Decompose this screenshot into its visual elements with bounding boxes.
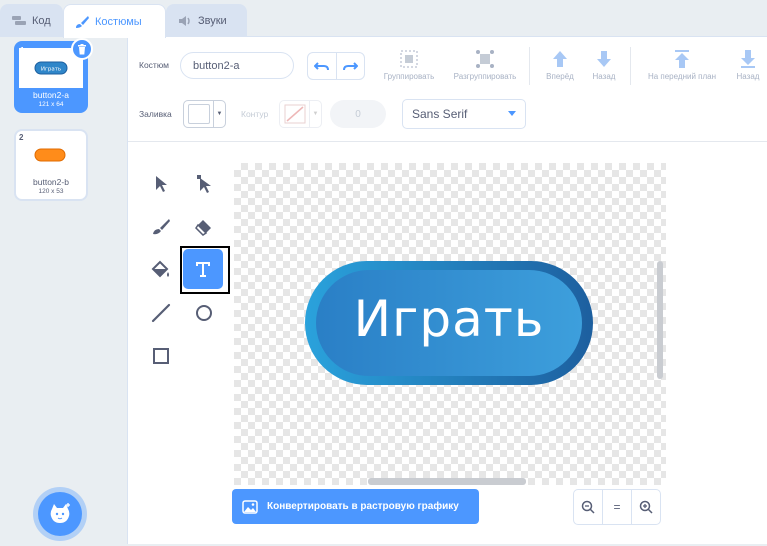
tool-rectangle[interactable] [139,336,183,376]
speaker-icon [179,16,190,26]
tool-brush[interactable] [139,207,183,247]
tool-reshape[interactable] [182,164,226,204]
chevron-down-icon: ▼ [216,111,223,117]
paint-bucket-icon [151,260,169,278]
zoom-in-button[interactable] [631,490,660,524]
vertical-scrollbar[interactable] [657,261,663,379]
image-icon [242,499,258,514]
tab-code-label: Код [32,15,51,27]
redo-icon [343,62,359,71]
active-tool-highlight [180,246,230,294]
outline-color-picker[interactable]: ▼ [279,100,322,128]
costume-name: button2-b [33,177,69,187]
outline-label: Контур [241,109,269,119]
group-label: Группировать [383,72,435,81]
sprite-play-button[interactable]: Играть [304,260,594,386]
paintbrush-icon [76,15,89,28]
forward-button[interactable]: Вперёд [538,49,582,81]
rectangle-icon [153,348,169,364]
costume-item-2[interactable]: 2 button2-b 120 x 53 [14,129,88,201]
tool-fill[interactable] [139,250,183,290]
forward-icon [553,51,567,67]
eraser-icon [195,220,211,236]
redo-button[interactable] [337,53,365,79]
costume-name-label: Костюм [139,60,169,70]
tab-sounds[interactable]: Звуки [166,4,247,37]
sprite-text: Играть [353,290,545,348]
undo-button[interactable] [308,53,337,79]
tool-circle[interactable] [182,293,226,333]
paint-editor-screen: Код Костюмы Звуки 1 Играть button2-a 121… [0,0,767,546]
costume-size: 121 x 64 [38,101,64,108]
forward-label: Вперёд [546,72,574,81]
backward-label: Назад [592,72,616,81]
tool-select[interactable] [139,164,183,204]
paint-editor: Костюм button2-a Группировать Разгруппир… [127,36,767,544]
costume-list: 1 Играть button2-a 121 x 64 2 button2-b … [0,36,110,546]
bring-front-icon [675,50,689,68]
zoom-in-icon [639,500,653,514]
no-outline-swatch [280,101,310,127]
horizontal-scrollbar[interactable] [368,478,526,485]
trash-icon [78,43,86,54]
drawing-canvas[interactable]: Играть [234,163,666,485]
fill-color-swatch [184,101,214,127]
caret-down-icon [508,111,516,116]
chevron-down-icon: ▼ [312,111,319,117]
cat-plus-icon [50,503,70,523]
costume-item-1[interactable]: 1 Играть button2-a 121 x 64 [14,38,93,113]
tab-code[interactable]: Код [0,4,63,37]
arrow-pointer-icon [156,176,167,192]
costume-thumbnail [18,135,82,175]
toolbar-divider [630,47,631,85]
delete-costume-button[interactable] [71,38,93,60]
toolbar-divider-horizontal [128,141,767,142]
tab-costumes[interactable]: Костюмы [63,4,166,38]
tool-eraser[interactable] [182,207,226,247]
zoom-controls: = [573,489,661,525]
circle-icon [196,305,212,321]
tab-sounds-label: Звуки [198,15,227,27]
group-icon [400,50,418,68]
reshape-icon [197,175,211,193]
costume-name-input[interactable]: button2-a [180,52,294,79]
fill-label: Заливка [139,109,172,119]
convert-to-bitmap-button[interactable]: Конвертировать в растровую графику [232,489,479,524]
ungroup-icon [476,50,494,68]
brush-icon [153,219,170,235]
tool-line[interactable] [139,293,183,333]
toolbar-divider [529,47,530,85]
line-icon [151,303,171,323]
thumb-text: Играть [41,67,61,73]
tab-bar: Код Костюмы Звуки [0,0,767,38]
fill-color-picker[interactable]: ▼ [183,100,226,128]
send-back-icon [741,50,755,68]
front-button[interactable]: На передний план [640,49,724,81]
costume-size: 120 x 53 [38,188,64,195]
zoom-reset-button[interactable]: = [602,490,631,524]
ungroup-label: Разгруппировать [453,72,517,81]
tab-costumes-label: Костюмы [95,15,142,28]
back-button[interactable]: Назад [728,49,767,81]
back-label: Назад [736,72,760,81]
backward-icon [597,51,611,67]
front-label: На передний план [647,72,717,81]
undo-icon [313,62,329,71]
backward-button[interactable]: Назад [586,49,622,81]
undo-redo-group [307,52,365,80]
group-button[interactable]: Группировать [378,49,440,81]
code-blocks-icon [12,16,26,25]
convert-label: Конвертировать в растровую графику [267,501,459,512]
ungroup-button[interactable]: Разгруппировать [445,49,525,81]
font-dropdown[interactable]: Sans Serif [402,99,526,129]
outline-width-input[interactable]: 0 [330,100,386,128]
add-costume-button[interactable] [38,492,82,536]
zoom-out-icon [581,500,595,514]
font-dropdown-value: Sans Serif [412,107,468,121]
costume-name: button2-a [33,90,69,100]
zoom-out-button[interactable] [574,490,602,524]
